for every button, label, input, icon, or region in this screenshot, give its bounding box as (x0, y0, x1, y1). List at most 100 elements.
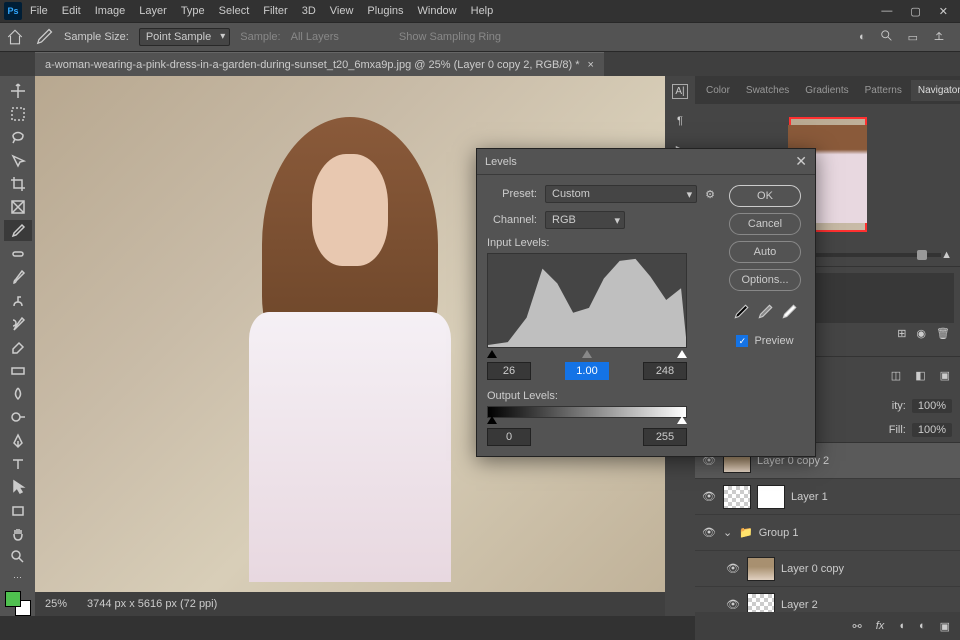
crop-tool[interactable] (4, 173, 32, 194)
menu-view[interactable]: View (330, 5, 354, 17)
cloud-docs-icon[interactable]: ◐ (859, 31, 866, 43)
frame-tool[interactable] (4, 197, 32, 218)
cancel-button[interactable]: Cancel (729, 213, 801, 235)
blur-tool[interactable] (4, 383, 32, 404)
brush-tool[interactable] (4, 267, 32, 288)
group-icon[interactable]: ▣ (940, 620, 950, 633)
opacity-value[interactable]: 100% (912, 399, 952, 413)
show-sampling-ring-checkbox[interactable]: Show Sampling Ring (399, 31, 501, 43)
output-black-field[interactable]: 0 (487, 428, 531, 446)
white-point-slider[interactable] (677, 350, 687, 358)
menu-edit[interactable]: Edit (62, 5, 81, 17)
menu-filter[interactable]: Filter (263, 5, 287, 17)
layer-name[interactable]: Group 1 (759, 527, 799, 539)
fill-value[interactable]: 100% (912, 423, 952, 437)
mask-icon[interactable]: ▣ (940, 369, 950, 382)
gradient-tool[interactable] (4, 360, 32, 381)
group-expand-icon[interactable]: ⌄ (723, 526, 733, 539)
output-white-field[interactable]: 255 (643, 428, 687, 446)
options-button[interactable]: Options... (729, 269, 801, 291)
tab-swatches[interactable]: Swatches (739, 80, 796, 101)
auto-button[interactable]: Auto (729, 241, 801, 263)
layer-row[interactable]: 👁⌄📁Group 1 (695, 515, 960, 551)
preset-dropdown[interactable]: Custom (545, 185, 697, 203)
close-icon[interactable]: ✕ (939, 5, 948, 18)
crop-icon[interactable]: ◫ (891, 369, 901, 382)
visibility-toggle-icon[interactable]: 👁 (701, 490, 717, 503)
white-eyedropper-icon[interactable] (780, 303, 798, 321)
nav-zoom-in-icon[interactable]: ▲ (941, 249, 952, 261)
menu-file[interactable]: File (30, 5, 48, 17)
eyedropper-tool[interactable] (4, 220, 32, 241)
midtone-slider[interactable] (582, 350, 592, 358)
maximize-icon[interactable]: ▢ (910, 5, 920, 18)
menu-layer[interactable]: Layer (139, 5, 167, 17)
input-mid-field[interactable]: 1.00 (565, 362, 609, 380)
search-icon[interactable] (880, 29, 894, 46)
move-tool[interactable] (4, 80, 32, 101)
layer-row[interactable]: 👁 Layer 0 copy (695, 551, 960, 587)
paragraph-panel-icon[interactable]: ¶ (677, 115, 683, 127)
eyedropper-preview-icon[interactable] (34, 27, 54, 47)
share-icon[interactable] (932, 29, 946, 46)
hand-tool[interactable] (4, 523, 32, 544)
dodge-tool[interactable] (4, 407, 32, 428)
dialog-close-icon[interactable]: ✕ (795, 153, 807, 170)
menu-plugins[interactable]: Plugins (367, 5, 403, 17)
menu-select[interactable]: Select (219, 5, 250, 17)
foreground-color-swatch[interactable] (5, 591, 21, 607)
adjustment-layer-icon[interactable]: ◐ (919, 620, 926, 632)
document-tab[interactable]: a-woman-wearing-a-pink-dress-in-a-garden… (35, 52, 604, 76)
output-black-slider[interactable] (487, 416, 497, 424)
layer-fx-icon[interactable]: fx (876, 620, 885, 632)
zoom-tool[interactable] (4, 547, 32, 568)
tab-color[interactable]: Color (699, 80, 737, 101)
tab-close-icon[interactable]: × (588, 59, 594, 71)
channel-dropdown[interactable]: RGB (545, 211, 625, 229)
layer-name[interactable]: Layer 0 copy (781, 563, 844, 575)
output-white-slider[interactable] (677, 416, 687, 424)
layer-row[interactable]: 👁Layer 1 (695, 479, 960, 515)
history-brush-tool[interactable] (4, 313, 32, 334)
type-tool[interactable] (4, 453, 32, 474)
trash-icon[interactable]: 🗑 (936, 327, 950, 340)
ok-button[interactable]: OK (729, 185, 801, 207)
link-layers-icon[interactable]: ⚯ (853, 620, 862, 633)
lasso-tool[interactable] (4, 127, 32, 148)
quick-select-tool[interactable] (4, 150, 32, 171)
home-icon[interactable] (6, 28, 24, 46)
camera-icon[interactable]: ◉ (916, 327, 926, 340)
path-select-tool[interactable] (4, 477, 32, 498)
clone-stamp-tool[interactable] (4, 290, 32, 311)
new-snapshot-icon[interactable]: ⊞ (897, 327, 906, 340)
preview-checkbox[interactable]: ✓ Preview (736, 335, 793, 347)
gray-eyedropper-icon[interactable] (756, 303, 774, 321)
workspace-icon[interactable]: ▭ (908, 31, 918, 44)
healing-tool[interactable] (4, 243, 32, 264)
input-black-field[interactable]: 26 (487, 362, 531, 380)
layer-name[interactable]: Layer 2 (781, 599, 818, 611)
sample-size-dropdown[interactable]: Point Sample (139, 28, 230, 46)
black-eyedropper-icon[interactable] (732, 303, 750, 321)
menu-3d[interactable]: 3D (302, 5, 316, 17)
minimize-icon[interactable]: — (881, 5, 892, 18)
zoom-display[interactable]: 25% (45, 598, 67, 610)
eraser-tool[interactable] (4, 337, 32, 358)
rectangle-tool[interactable] (4, 500, 32, 521)
dialog-titlebar[interactable]: Levels ✕ (477, 149, 815, 175)
toolbar-more-icon[interactable]: ⋯ (13, 572, 22, 583)
visibility-toggle-icon[interactable]: 👁 (725, 562, 741, 575)
marquee-tool[interactable] (4, 103, 32, 124)
color-swatches[interactable] (5, 591, 31, 616)
visibility-toggle-icon[interactable]: 👁 (701, 526, 717, 539)
character-panel-icon[interactable]: A| (672, 84, 687, 99)
menu-image[interactable]: Image (95, 5, 126, 17)
menu-window[interactable]: Window (418, 5, 457, 17)
pen-tool[interactable] (4, 430, 32, 451)
visibility-toggle-icon[interactable]: 👁 (725, 598, 741, 611)
black-point-slider[interactable] (487, 350, 497, 358)
preset-settings-icon[interactable]: ⚙ (705, 188, 715, 201)
tab-navigator[interactable]: Navigator (911, 80, 960, 101)
input-white-field[interactable]: 248 (643, 362, 687, 380)
adjust-icon[interactable]: ◧ (915, 369, 925, 382)
